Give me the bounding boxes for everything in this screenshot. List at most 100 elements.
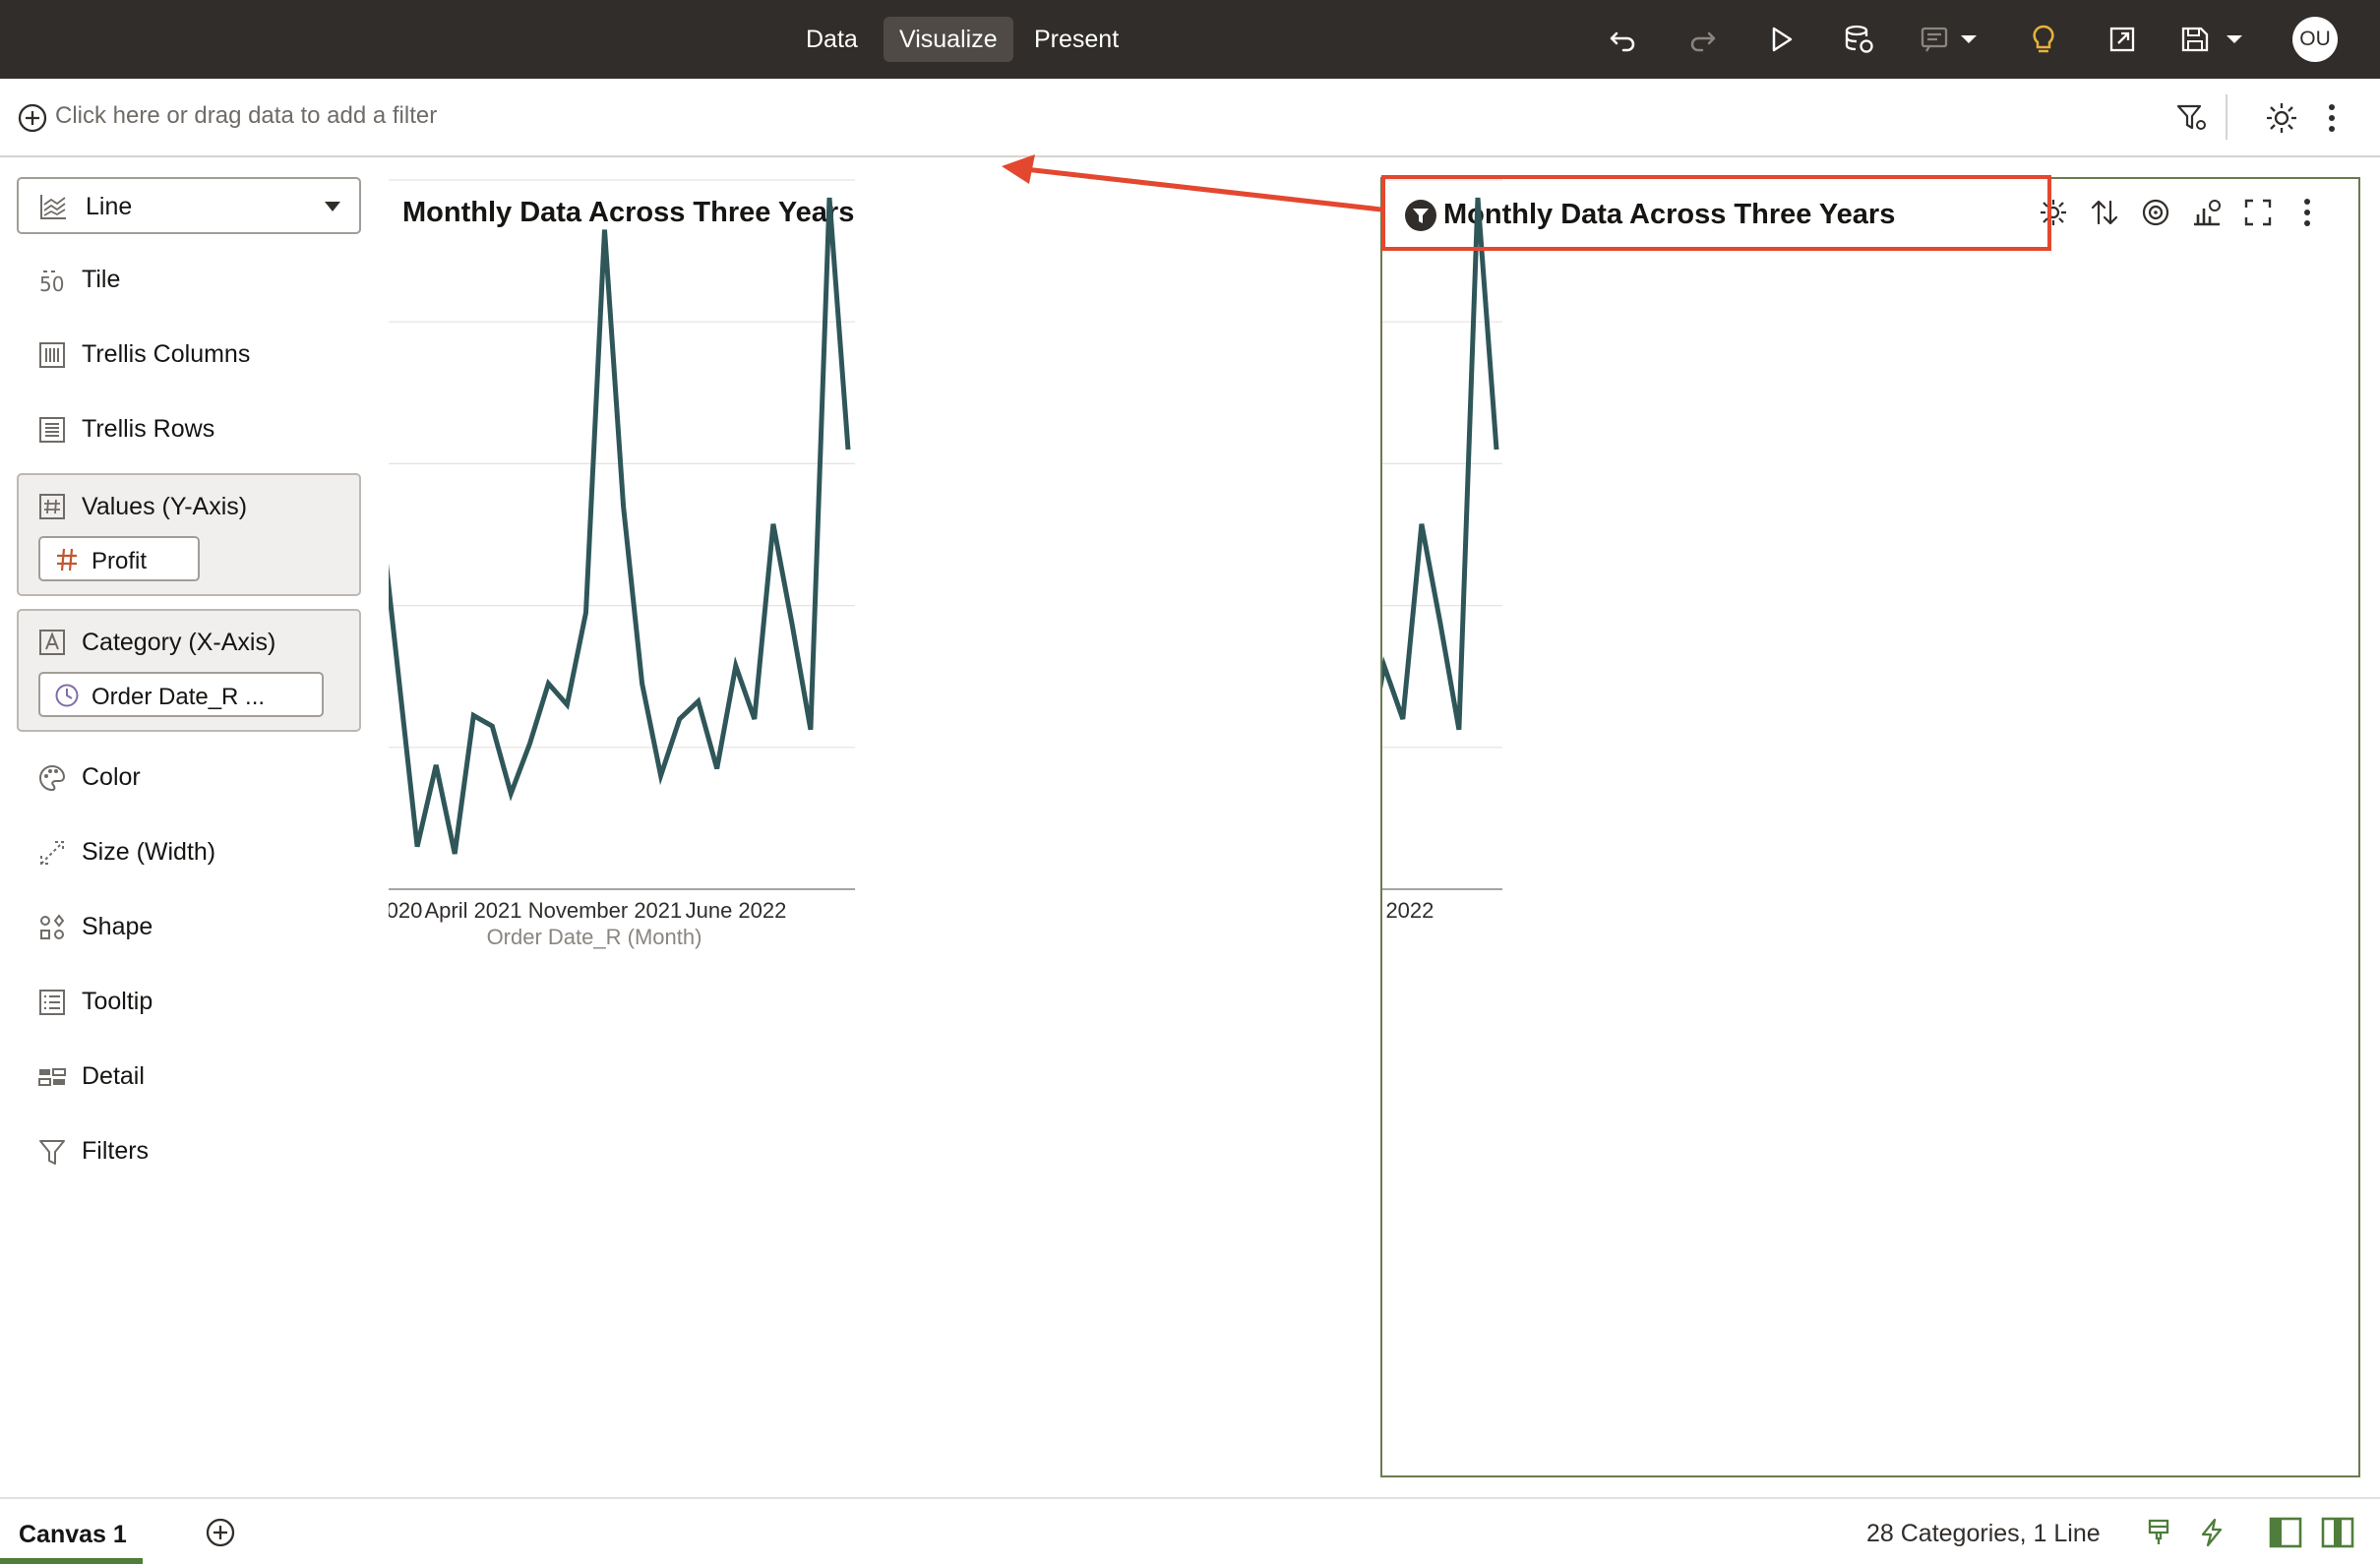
grammar-color-label: Color bbox=[82, 763, 141, 791]
grammar-shape[interactable]: Shape bbox=[37, 907, 352, 946]
grammar-color[interactable]: Color bbox=[37, 757, 352, 797]
data-point[interactable] bbox=[621, 504, 627, 510]
data-point[interactable] bbox=[1400, 716, 1406, 722]
grammar-size-label: Size (Width) bbox=[82, 838, 216, 866]
grammar-tile-label: Tile bbox=[82, 266, 121, 293]
play-icon[interactable] bbox=[1761, 20, 1800, 59]
save-icon[interactable] bbox=[2179, 20, 2254, 59]
data-point[interactable] bbox=[677, 716, 683, 722]
data-point[interactable] bbox=[658, 773, 664, 779]
grammar-trellis-columns[interactable]: Trellis Columns bbox=[37, 334, 352, 374]
viz-type-select[interactable]: Line bbox=[17, 177, 361, 234]
order-date-pill[interactable]: Order Date_R ... bbox=[38, 672, 324, 717]
add-canvas-icon[interactable] bbox=[205, 1517, 236, 1548]
data-point[interactable] bbox=[526, 741, 532, 747]
grammar-size[interactable]: Size (Width) bbox=[37, 832, 352, 872]
chart-panel-right[interactable]: Monthly Data Across Three Years 020K40K6… bbox=[1380, 177, 2360, 1477]
palette-icon bbox=[39, 764, 66, 792]
refresh-data-icon[interactable] bbox=[1840, 20, 1879, 59]
profit-pill[interactable]: Profit bbox=[38, 536, 200, 581]
data-point[interactable] bbox=[1456, 727, 1462, 733]
data-point[interactable] bbox=[433, 762, 439, 768]
measure-icon bbox=[39, 494, 65, 519]
filter-settings-icon[interactable] bbox=[2174, 100, 2210, 136]
values-y-axis-label: Values (Y-Axis) bbox=[82, 493, 248, 520]
tile-icon: 50 bbox=[39, 271, 64, 295]
filter-bar[interactable]: Click here or drag data to add a filter bbox=[0, 79, 2380, 157]
tab-present[interactable]: Present bbox=[1018, 17, 1134, 62]
data-point[interactable] bbox=[696, 698, 702, 704]
data-point[interactable] bbox=[414, 844, 420, 850]
category-x-axis-well[interactable]: Category (X-Axis) Order Date_R ... bbox=[17, 609, 361, 732]
profit-pill-label: Profit bbox=[92, 548, 148, 574]
data-point[interactable] bbox=[1419, 521, 1425, 527]
data-point[interactable] bbox=[752, 716, 758, 722]
data-point[interactable] bbox=[470, 712, 476, 718]
series-line[interactable] bbox=[389, 197, 851, 855]
auto-apply-lightning-icon[interactable] bbox=[2196, 1517, 2227, 1548]
size-icon bbox=[40, 841, 64, 865]
insights-lightbulb-icon[interactable] bbox=[2024, 20, 2063, 59]
values-y-axis-well[interactable]: Values (Y-Axis) Profit bbox=[17, 473, 361, 596]
data-point[interactable] bbox=[602, 226, 608, 232]
properties-icon[interactable] bbox=[2264, 100, 2299, 136]
data-point[interactable] bbox=[640, 681, 645, 687]
data-point[interactable] bbox=[396, 674, 401, 680]
active-tab-indicator bbox=[0, 1558, 143, 1564]
add-filter-icon[interactable] bbox=[17, 102, 48, 134]
brush-icon[interactable] bbox=[2143, 1517, 2174, 1548]
data-point[interactable] bbox=[452, 851, 458, 857]
data-point[interactable] bbox=[1494, 447, 1499, 452]
filter-icon bbox=[39, 1140, 65, 1165]
avatar[interactable]: OU bbox=[2292, 17, 2338, 62]
x-tick-label: April 2021 bbox=[424, 898, 521, 923]
tab-canvas-1[interactable]: Canvas 1 bbox=[0, 1499, 143, 1564]
category-x-axis-label: Category (X-Axis) bbox=[82, 629, 276, 656]
grammar-tooltip-label: Tooltip bbox=[82, 988, 153, 1015]
data-point[interactable] bbox=[826, 195, 832, 201]
grammar-trellis-rows[interactable]: Trellis Rows bbox=[37, 409, 352, 449]
grammar-tile[interactable]: 50 Tile bbox=[37, 260, 352, 299]
undo-icon[interactable] bbox=[1604, 20, 1643, 59]
export-icon[interactable] bbox=[2103, 20, 2142, 59]
x-tick-label: June 2022 bbox=[686, 898, 787, 923]
comment-icon[interactable] bbox=[1919, 20, 1989, 59]
line-chart[interactable]: 020K40K60K80K100KSeptember 2020April 202… bbox=[389, 177, 1373, 1475]
filter-placeholder[interactable]: Click here or drag data to add a filter bbox=[55, 102, 437, 130]
series-line[interactable] bbox=[1382, 197, 1499, 854]
canvas-tab-label: Canvas 1 bbox=[19, 1521, 127, 1548]
data-point[interactable] bbox=[508, 791, 514, 797]
data-point[interactable] bbox=[1437, 621, 1443, 627]
grammar-filters[interactable]: Filters bbox=[37, 1131, 352, 1171]
data-point[interactable] bbox=[733, 663, 739, 669]
viz-type-label: Line bbox=[86, 193, 133, 220]
divider bbox=[2226, 94, 2227, 140]
data-point[interactable] bbox=[582, 610, 588, 616]
grammar-tooltip[interactable]: Tooltip bbox=[37, 982, 352, 1021]
tab-visualize[interactable]: Visualize bbox=[884, 17, 1013, 62]
line-chart[interactable]: 020K40K60K80K100KSeptember 2020April 202… bbox=[1382, 179, 2362, 1479]
top-toolbar: Data Visualize Present OU bbox=[0, 0, 2380, 79]
panel-left-toggle-icon[interactable] bbox=[2268, 1516, 2303, 1549]
grammar-panel: Line 50 Tile Trellis Columns Trellis Row… bbox=[0, 159, 374, 1497]
grammar-filters-label: Filters bbox=[82, 1137, 150, 1165]
panel-right-toggle-icon[interactable] bbox=[2320, 1516, 2355, 1549]
data-point[interactable] bbox=[808, 727, 814, 733]
data-point[interactable] bbox=[845, 447, 851, 452]
data-point[interactable] bbox=[564, 702, 570, 708]
tab-data[interactable]: Data bbox=[790, 17, 874, 62]
grammar-detail[interactable]: Detail bbox=[37, 1056, 352, 1096]
data-point[interactable] bbox=[770, 521, 776, 527]
data-point[interactable] bbox=[789, 621, 795, 627]
tooltip-icon bbox=[39, 990, 65, 1015]
attribute-icon bbox=[39, 630, 65, 655]
redo-icon[interactable] bbox=[1682, 20, 1722, 59]
x-tick-label: September 2020 bbox=[389, 898, 422, 923]
chart-panel-left[interactable]: Monthly Data Across Three Years 020K40K6… bbox=[389, 177, 1373, 1475]
trellis-rows-icon bbox=[39, 417, 65, 443]
data-point[interactable] bbox=[545, 681, 551, 687]
data-point[interactable] bbox=[489, 723, 495, 729]
x-axis-title: Order Date_R (Month) bbox=[487, 925, 702, 949]
more-options-icon[interactable] bbox=[2322, 100, 2342, 136]
data-point[interactable] bbox=[714, 765, 720, 771]
